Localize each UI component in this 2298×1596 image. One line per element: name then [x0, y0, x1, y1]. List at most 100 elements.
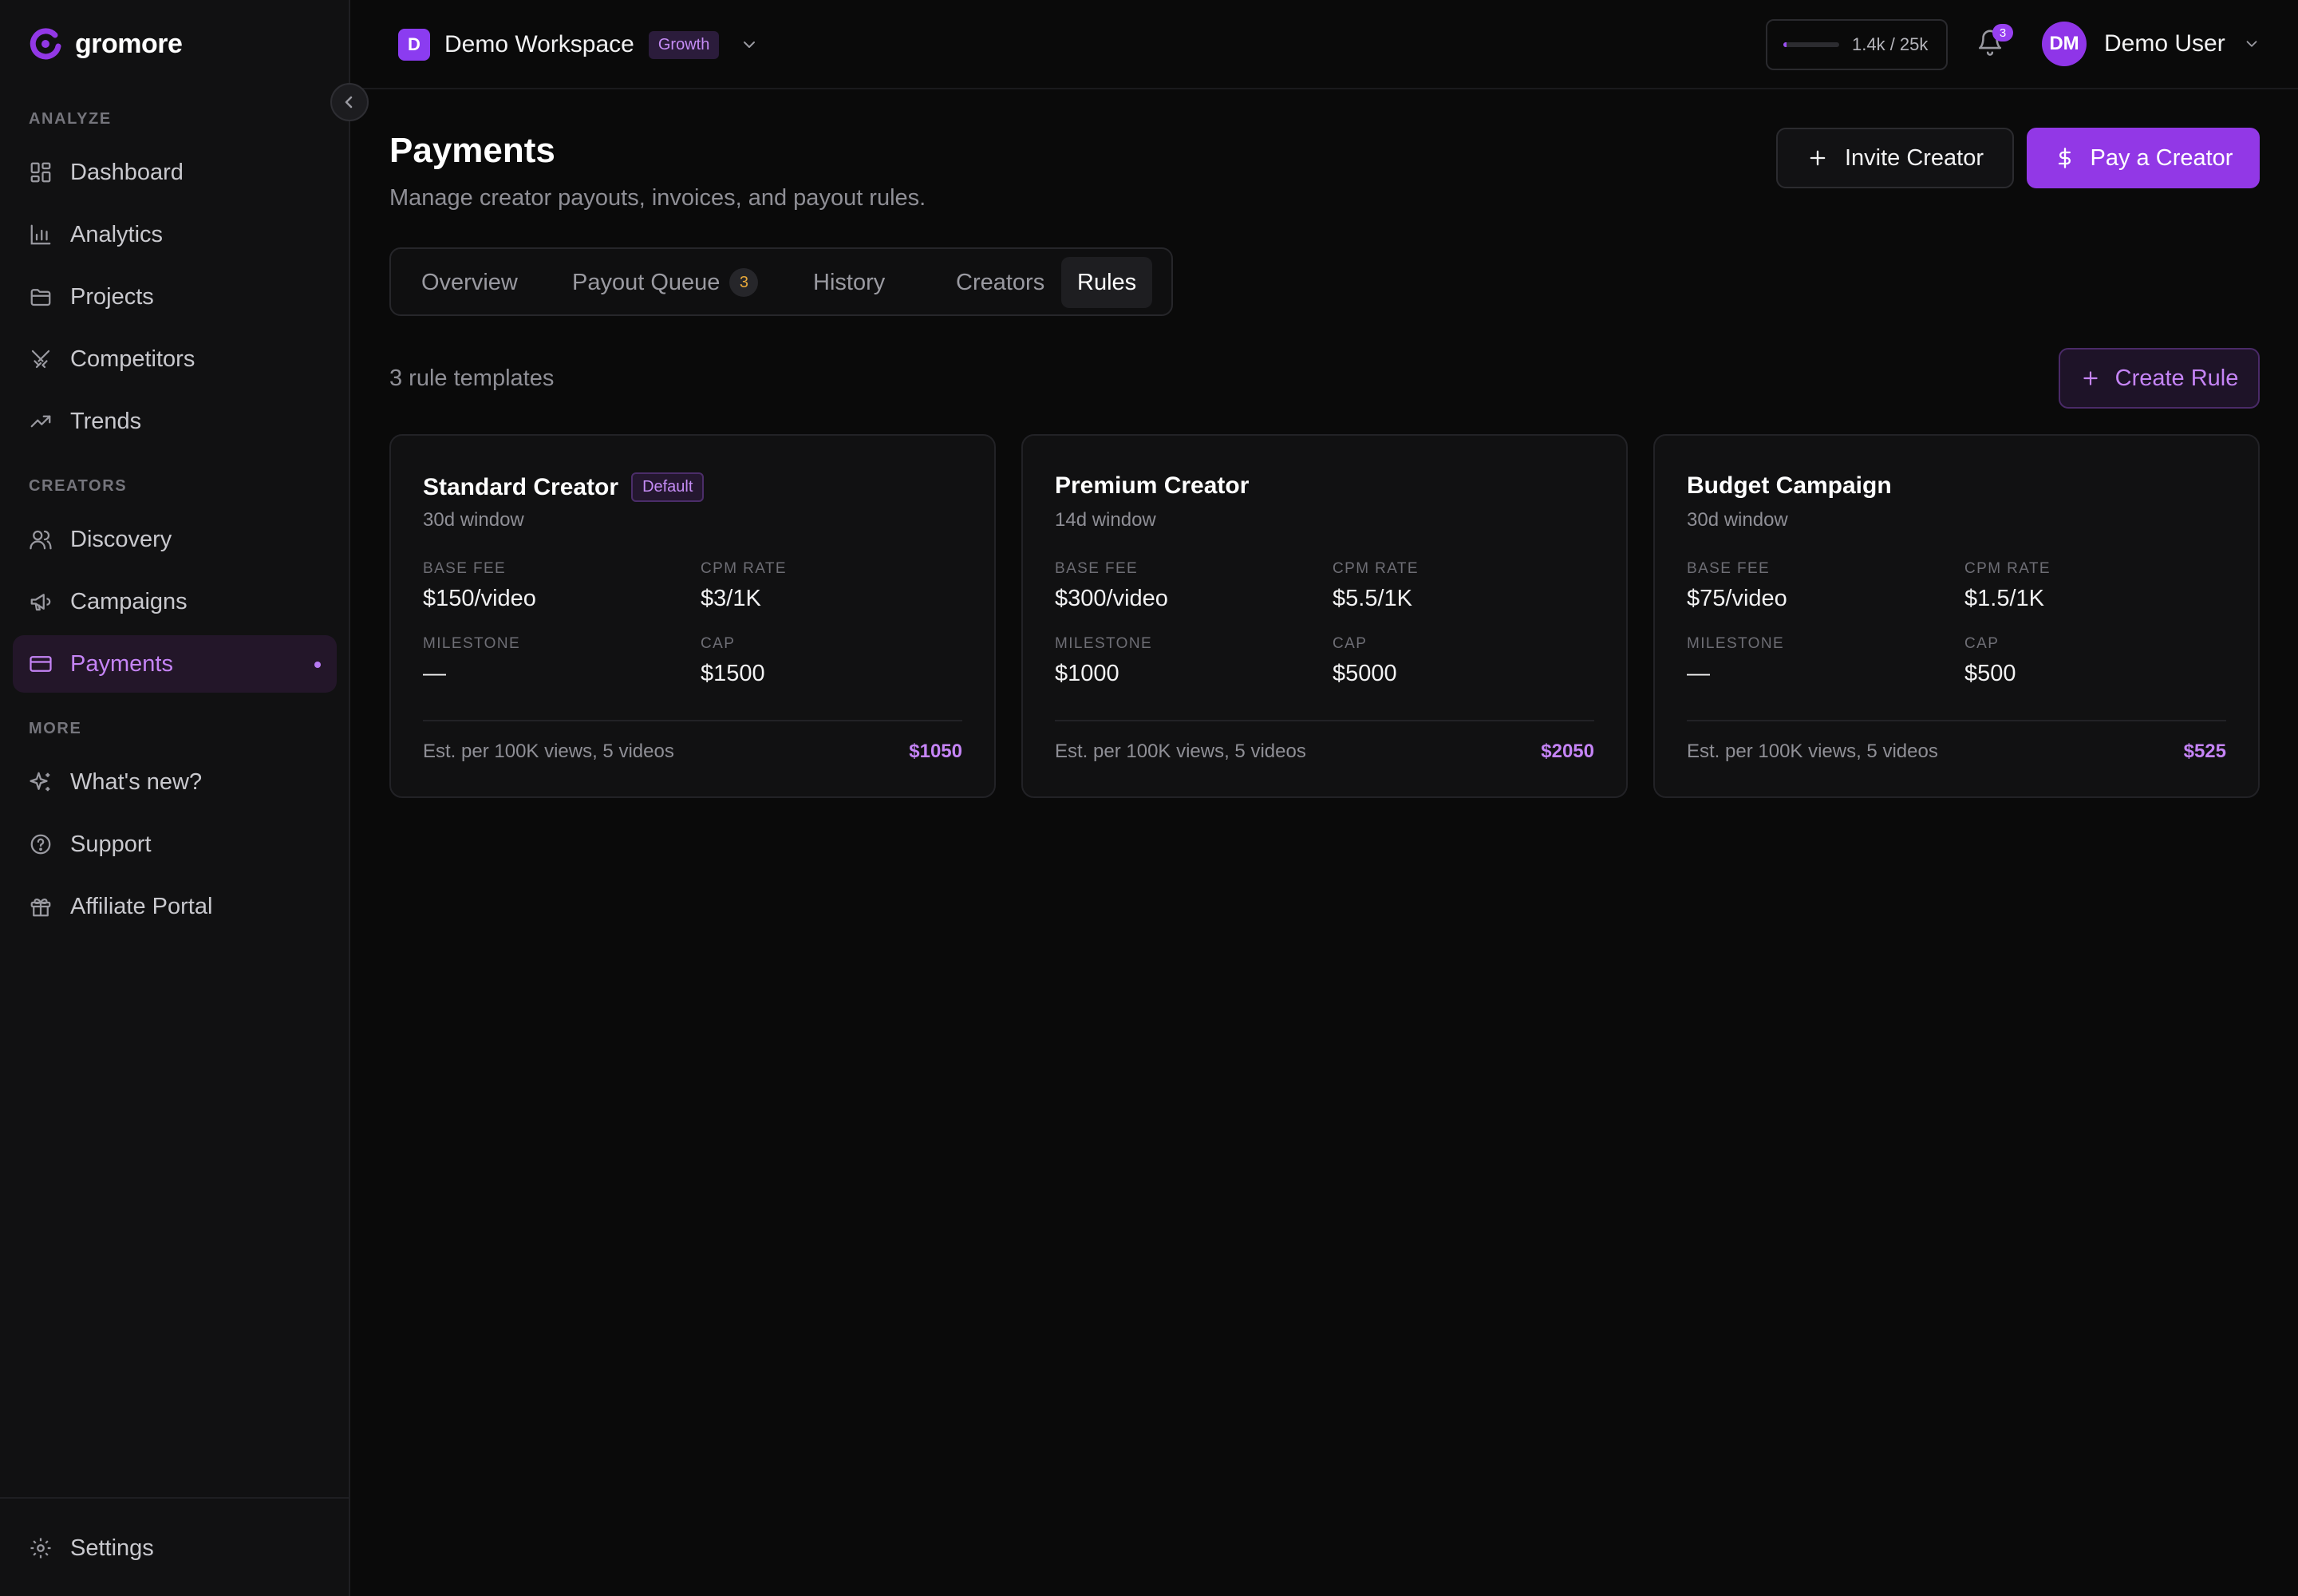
workspace-switcher[interactable]: D Demo Workspace Growth [398, 29, 759, 61]
sidebar-item-label: Settings [70, 1535, 154, 1561]
cap-value: $5000 [1333, 661, 1397, 686]
user-name: Demo User [2104, 30, 2225, 57]
cpm-rate-value: $1.5/1K [1964, 586, 2044, 611]
sidebar-item-affiliate-portal[interactable]: Affiliate Portal [13, 878, 337, 935]
section-label-more: MORE [29, 720, 82, 737]
sidebar-item-settings[interactable]: Settings [13, 1519, 337, 1577]
sidebar-item-projects[interactable]: Projects [13, 268, 337, 326]
field-label: CPM RATE [1333, 560, 1419, 577]
sidebar-item-competitors[interactable]: Competitors [13, 330, 337, 388]
field-label: CAP [1964, 635, 2000, 652]
milestone-value: $1000 [1055, 661, 1119, 686]
rule-card-standard-creator[interactable]: Standard Creator Default 30d window BASE… [389, 434, 996, 798]
tab-history[interactable]: History [797, 257, 901, 308]
workspace-avatar: D [398, 29, 430, 61]
tab-label: Payout Queue [572, 269, 721, 295]
rule-name: Standard Creator [423, 473, 619, 500]
field-label: MILESTONE [1055, 635, 1153, 652]
tab-rules[interactable]: Rules [1061, 257, 1153, 308]
topbar: D Demo Workspace Growth 1.4k / 25k 3 DM … [352, 0, 2298, 89]
rule-name: Budget Campaign [1687, 472, 1892, 499]
swords-icon [31, 350, 50, 369]
sidebar: gromore ANALYZE Dashboard Analytics Proj… [0, 0, 369, 1596]
sidebar-item-analytics[interactable]: Analytics [13, 206, 337, 263]
cpm-rate-value: $5.5/1K [1333, 586, 1412, 611]
rule-card-premium-creator[interactable]: Premium Creator 14d window BASE FEE $300… [1021, 434, 1628, 798]
sidebar-item-label: Support [70, 831, 152, 857]
sidebar-item-label: Projects [70, 283, 154, 310]
sidebar-item-trends[interactable]: Trends [13, 393, 337, 450]
plus-icon [2083, 371, 2098, 385]
create-rule-label: Create Rule [2114, 365, 2239, 391]
base-fee-field: BASE FEE $75/video [1687, 560, 1787, 612]
page-subtitle: Manage creator payouts, invoices, and pa… [389, 185, 926, 211]
payments-tabs: Overview Payout Queue 3 History Creators… [389, 247, 1173, 316]
usage-meter[interactable]: 1.4k / 25k [1766, 19, 1948, 70]
cpm-rate-field: CPM RATE $3/1K [701, 560, 787, 612]
megaphone-icon [30, 594, 51, 611]
notification-count-badge: 3 [1992, 24, 2013, 41]
estimate-label: Est. per 100K views, 5 videos [423, 741, 674, 762]
rule-window: 30d window [423, 509, 524, 531]
cap-value: $500 [1964, 661, 2016, 686]
cpm-rate-value: $3/1K [701, 586, 761, 611]
tab-creators[interactable]: Creators [940, 257, 1060, 308]
sidebar-item-label: Campaigns [70, 588, 188, 614]
usage-progress-fill [1783, 42, 1787, 47]
notifications-button[interactable]: 3 [1976, 24, 2013, 61]
collapse-sidebar-button[interactable] [330, 83, 369, 121]
rule-card-title: Premium Creator [1055, 472, 1249, 500]
tab-label: Rules [1077, 269, 1137, 295]
create-rule-button[interactable]: Create Rule [2059, 348, 2260, 409]
chevron-down-icon [744, 41, 756, 48]
rule-card-budget-campaign[interactable]: Budget Campaign 30d window BASE FEE $75/… [1653, 434, 2260, 798]
field-label: BASE FEE [1687, 560, 1771, 577]
rule-card-title: Budget Campaign [1687, 472, 1892, 500]
card-divider [423, 720, 962, 721]
cap-value: $1500 [701, 661, 765, 686]
rule-window: 14d window [1055, 509, 1156, 531]
cap-field: CAP $1500 [701, 635, 765, 687]
avatar: DM [2042, 22, 2087, 66]
tab-label: Creators [956, 269, 1045, 295]
base-fee-field: BASE FEE $150/video [423, 560, 536, 612]
rule-template-count: 3 rule templates [389, 365, 555, 391]
sidebar-item-dashboard[interactable]: Dashboard [13, 144, 337, 201]
invite-creator-label: Invite Creator [1844, 144, 1984, 171]
milestone-value: — [1687, 661, 1710, 686]
cpm-rate-field: CPM RATE $5.5/1K [1333, 560, 1419, 612]
sidebar-item-campaigns[interactable]: Campaigns [13, 573, 337, 630]
base-fee-field: BASE FEE $300/video [1055, 560, 1168, 612]
user-menu[interactable]: DM Demo User [2042, 22, 2260, 66]
sidebar-item-discovery[interactable]: Discovery [13, 511, 337, 568]
cap-field: CAP $500 [1964, 635, 2016, 687]
invite-creator-button[interactable]: Invite Creator [1776, 128, 2014, 188]
pay-creator-button[interactable]: Pay a Creator [2027, 128, 2260, 188]
dashboard-icon [30, 162, 51, 183]
sidebar-item-support[interactable]: Support [13, 816, 337, 873]
sidebar-item-label: Affiliate Portal [70, 893, 213, 919]
tab-overview[interactable]: Overview [405, 257, 534, 308]
base-fee-value: $150/video [423, 586, 536, 611]
card-divider [1687, 720, 2226, 721]
sidebar-item-label: Competitors [70, 346, 195, 372]
credit-card-icon [30, 656, 52, 672]
rule-card-title: Standard Creator Default [423, 472, 705, 502]
sidebar-item-label: Discovery [70, 526, 172, 552]
logo[interactable]: gromore [29, 24, 183, 64]
field-label: CPM RATE [701, 560, 787, 577]
sidebar-item-label: Dashboard [70, 159, 184, 185]
sidebar-item-label: Trends [70, 408, 142, 434]
sidebar-item-payments[interactable]: Payments [13, 635, 337, 693]
field-label: BASE FEE [423, 560, 507, 577]
logo-icon [30, 28, 61, 60]
sidebar-item-whats-new[interactable]: What's new? [13, 753, 337, 811]
users-icon [30, 530, 52, 550]
section-label-creators: CREATORS [29, 477, 128, 495]
estimate-value: $525 [2183, 741, 2226, 762]
milestone-field: MILESTONE — [1687, 635, 1784, 687]
tab-payout-queue[interactable]: Payout Queue 3 [556, 257, 774, 308]
chevron-left-icon [345, 96, 353, 109]
active-indicator-dot [314, 662, 321, 668]
milestone-field: MILESTONE $1000 [1055, 635, 1152, 687]
